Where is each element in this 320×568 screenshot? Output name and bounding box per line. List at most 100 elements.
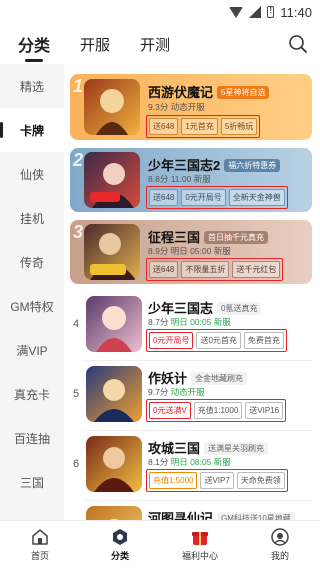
- perk-tag: 0元开局号: [149, 332, 194, 349]
- profile-icon: [271, 528, 289, 546]
- status-time: 11:40: [280, 4, 312, 20]
- game-thumbnail: [86, 436, 142, 492]
- promo-badge: GM科技送10星地藏: [217, 512, 295, 520]
- battery-icon: [267, 6, 275, 18]
- status-bar: 11:40: [0, 0, 320, 24]
- game-row[interactable]: 5 作妖计 全金地藏刷充 9.7分 动态开服 0元送满V 充值1:1000 送VI…: [64, 362, 320, 428]
- game-title: 征程三国 首日抽千元真充: [148, 227, 269, 246]
- perk-tag: 免费首充: [243, 332, 284, 349]
- nav-home[interactable]: 首页: [0, 521, 80, 568]
- promo-badge: 送满星关羽刷充: [204, 442, 269, 455]
- game-row[interactable]: 河图寻仙记 GM科技送10星地藏: [64, 502, 320, 520]
- sidebar-item-three-kingdoms[interactable]: 三国: [0, 460, 64, 504]
- game-meta: 9.7分 动态开服: [148, 387, 205, 397]
- perk-tag: 全新天金神兽: [228, 189, 285, 206]
- game-thumbnail: [86, 366, 142, 422]
- promo-badge: 全金地藏刷充: [191, 372, 248, 385]
- perk-tag: 5折畅玩: [220, 118, 258, 135]
- perk-tag: 送648: [149, 261, 179, 278]
- signal-icon: [249, 6, 262, 18]
- perk-tag: 送VIP16: [245, 402, 284, 419]
- game-card[interactable]: 1 西游伏魔记 5星神将自选 9.3分 动态开服 送648 1元首充 5折畅玩: [70, 74, 312, 140]
- sidebar-item-gm[interactable]: GM特权: [0, 284, 64, 328]
- divider: [84, 360, 312, 361]
- tab-category[interactable]: 分类: [18, 32, 50, 56]
- nav-label: 分类: [110, 551, 129, 561]
- rank-number: 2: [73, 150, 84, 170]
- rank-number: 1: [73, 76, 84, 96]
- promo-badge: 福六折特惠券: [224, 159, 281, 172]
- top-tab-bar: 分类 开服 开测: [0, 24, 320, 64]
- sidebar-item-xianxia[interactable]: 仙侠: [0, 152, 64, 196]
- game-title: 作妖计 全金地藏刷充: [148, 368, 248, 387]
- rank-number: 3: [73, 222, 84, 242]
- category-sidebar: 精选 卡牌 仙侠 挂机 传奇 GM特权 满VIP 真充卡 百连抽 三国: [0, 64, 64, 520]
- sidebar-item-real-recharge[interactable]: 真充卡: [0, 372, 64, 416]
- game-list: 1 西游伏魔记 5星神将自选 9.3分 动态开服 送648 1元首充 5折畅玩 2…: [64, 64, 320, 520]
- game-thumbnail: [84, 224, 140, 280]
- perk-tag: 充值1:5000: [149, 472, 198, 489]
- nav-category[interactable]: 分类: [80, 521, 160, 568]
- perk-tag: 天命免费领: [236, 472, 285, 489]
- perk-tag: 送千元红包: [232, 261, 281, 278]
- wifi-icon: [229, 6, 244, 18]
- promo-badge: 5星神将自选: [217, 86, 270, 99]
- game-meta: 8.7分 明日 00:05 新服: [148, 317, 231, 327]
- game-meta: 8.8分 11:00 新服: [148, 174, 211, 184]
- sidebar-item-legend[interactable]: 传奇: [0, 240, 64, 284]
- nav-welfare[interactable]: 福利中心: [160, 521, 240, 568]
- rank-number: 4: [72, 318, 80, 330]
- perk-tags: 送648 1元首充 5折畅玩: [146, 115, 261, 138]
- game-card[interactable]: 3 征程三国 首日抽千元真充 8.9分 明日 05:00 新服 送648 不限量五…: [70, 220, 312, 284]
- game-thumbnail: [84, 79, 140, 135]
- game-row[interactable]: 6 攻城三国 送满星关羽刷充 8.1分 明日 08:05 新服 充值1:5000 …: [64, 432, 320, 498]
- rank-number: 5: [72, 388, 80, 400]
- home-icon: [32, 529, 48, 545]
- game-thumbnail: [84, 152, 140, 208]
- game-title: 河图寻仙记 GM科技送10星地藏: [148, 508, 295, 520]
- nav-label: 首页: [30, 551, 49, 561]
- perk-tags: 0元开局号 送0元首充 免费首充: [146, 329, 287, 352]
- sidebar-item-featured[interactable]: 精选: [0, 64, 64, 108]
- sidebar-item-idle[interactable]: 挂机: [0, 196, 64, 240]
- search-icon[interactable]: [288, 34, 308, 54]
- perk-tags: 送648 不限量五折 送千元红包: [146, 258, 284, 281]
- game-meta: 8.1分 明日 08:05 新服: [148, 457, 231, 467]
- promo-badge: 0氪送真充: [217, 302, 262, 315]
- game-row[interactable]: 4 少年三国志 0氪送真充 8.7分 明日 00:05 新服 0元开局号 送0元首…: [64, 292, 320, 358]
- sidebar-item-full-vip[interactable]: 满VIP: [0, 328, 64, 372]
- game-title: 西游伏魔记 5星神将自选: [148, 82, 270, 101]
- perk-tag: 1元首充: [181, 118, 218, 135]
- perk-tag: 送648: [149, 189, 179, 206]
- sidebar-item-hundred-draw[interactable]: 百连抽: [0, 416, 64, 460]
- perk-tags: 送648 0元开局号 全新天金神兽: [146, 186, 288, 209]
- tab-open-server[interactable]: 开服: [80, 34, 110, 55]
- nav-label: 我的: [270, 551, 289, 561]
- game-thumbnail: [86, 506, 142, 520]
- perk-tag: 送648: [149, 118, 179, 135]
- perk-tag: 不限量五折: [181, 261, 230, 278]
- game-title: 少年三国志 0氪送真充: [148, 298, 262, 317]
- rank-number: 6: [72, 458, 80, 470]
- perk-tag: 0元送满V: [149, 402, 191, 419]
- gift-icon: [192, 532, 208, 545]
- game-title: 攻城三国 送满星关羽刷充: [148, 438, 269, 457]
- perk-tags: 0元送满V 充值1:1000 送VIP16: [146, 399, 287, 422]
- perk-tags: 充值1:5000 送VIP7 天命免费领: [146, 469, 288, 492]
- game-card[interactable]: 2 少年三国志2 福六折特惠券 8.8分 11:00 新服 送648 0元开局号 …: [70, 148, 312, 212]
- promo-badge: 首日抽千元真充: [204, 231, 269, 244]
- tab-open-test[interactable]: 开测: [140, 34, 170, 55]
- category-icon: [113, 529, 127, 545]
- perk-tag: 充值1:1000: [193, 402, 243, 419]
- divider: [84, 500, 312, 501]
- game-thumbnail: [86, 296, 142, 352]
- nav-label: 福利中心: [181, 551, 218, 561]
- game-meta: 9.3分 动态开服: [148, 102, 205, 112]
- divider: [84, 430, 312, 431]
- game-title: 少年三国志2 福六折特惠券: [148, 155, 281, 174]
- perk-tag: 送0元首充: [196, 332, 241, 349]
- bottom-nav: 首页 分类 福利中心 我的: [0, 520, 320, 568]
- nav-profile[interactable]: 我的: [240, 521, 320, 568]
- sidebar-item-card[interactable]: 卡牌: [0, 108, 64, 152]
- perk-tag: 0元开局号: [181, 189, 226, 206]
